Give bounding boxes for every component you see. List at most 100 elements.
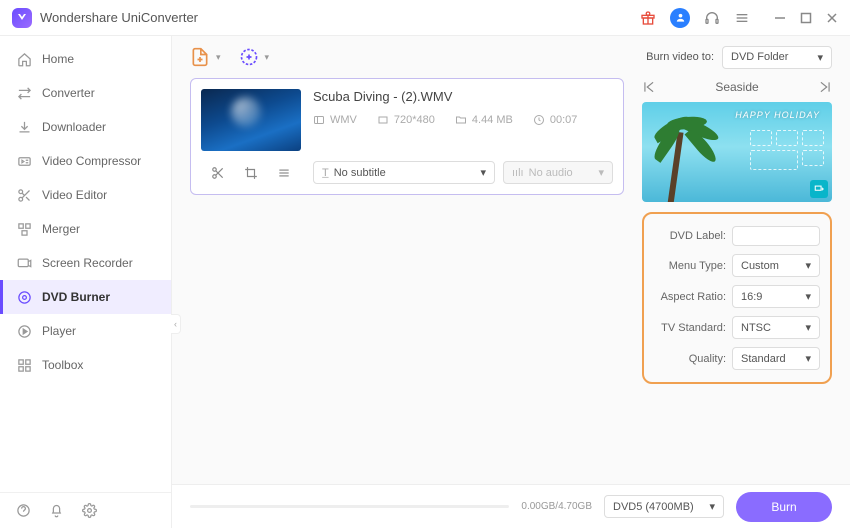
file-resolution: 720*480 [394,114,435,126]
sidebar-item-toolbox[interactable]: Toolbox [0,348,171,382]
gift-icon[interactable] [640,10,656,26]
sidebar-item-merger[interactable]: Merger [0,212,171,246]
settings-icon[interactable] [82,503,97,518]
chevron-down-icon: ▾ [709,500,715,513]
tv-standard-select[interactable]: NTSC ▾ [732,316,820,339]
subtitle-value: No subtitle [334,167,386,179]
grid-icon [16,357,32,373]
sidebar-item-compressor[interactable]: Video Compressor [0,144,171,178]
aspect-ratio-value: 16:9 [741,291,762,303]
file-duration: 00:07 [550,114,578,126]
nav-label: DVD Burner [42,290,110,304]
size-progress-bar [190,505,509,508]
dimensions-icon [377,114,389,126]
crop-icon[interactable] [244,166,258,180]
nav-label: Home [42,52,74,66]
more-icon[interactable] [277,166,291,180]
tv-standard-label: TV Standard: [654,322,726,334]
nav-label: Merger [42,222,80,236]
titlebar: Wondershare UniConverter [0,0,850,36]
sidebar-footer [0,492,171,528]
bell-icon[interactable] [49,503,64,518]
sidebar: Home Converter Downloader Video Compress… [0,36,172,528]
burn-to-select[interactable]: DVD Folder ▾ [722,46,832,69]
nav-label: Downloader [42,120,106,134]
video-thumbnail[interactable] [201,89,301,151]
sidebar-item-converter[interactable]: Converter [0,76,171,110]
nav-label: Player [42,324,76,338]
file-format: WMV [330,114,357,126]
disc-type-select[interactable]: DVD5 (4700MB) ▾ [604,495,724,518]
sidebar-item-recorder[interactable]: Screen Recorder [0,246,171,280]
template-name: Seaside [715,80,758,94]
help-icon[interactable] [16,503,31,518]
template-banner: HAPPY HOLIDAY [735,110,820,120]
minimize-icon[interactable] [774,12,786,24]
audio-value: No audio [529,167,573,179]
close-icon[interactable] [826,12,838,24]
dvd-label-input[interactable] [732,226,820,246]
menu-type-value: Custom [741,260,779,272]
nav-label: Video Editor [42,188,107,202]
maximize-icon[interactable] [800,12,812,24]
size-text: 0.00GB/4.70GB [521,501,592,512]
sidebar-item-player[interactable]: Player [0,314,171,348]
menu-type-label: Menu Type: [654,260,726,272]
sidebar-item-downloader[interactable]: Downloader [0,110,171,144]
chevron-down-icon: ▾ [805,290,811,303]
footer-bar: 0.00GB/4.70GB DVD5 (4700MB) ▾ Burn [172,484,850,528]
disc-type-value: DVD5 (4700MB) [613,501,694,513]
nav-label: Converter [42,86,95,100]
template-preview[interactable]: HAPPY HOLIDAY [642,102,832,202]
compressor-icon [16,153,32,169]
nav-label: Screen Recorder [42,256,133,270]
user-avatar[interactable] [670,8,690,28]
headset-icon[interactable] [704,10,720,26]
chevron-down-icon: ▾ [817,51,823,64]
chevron-down-icon: ▾ [805,321,811,334]
quality-label: Quality: [654,353,726,365]
play-icon [16,323,32,339]
burn-to-label: Burn video to: [646,51,714,63]
chevron-down-icon: ▾ [805,259,811,272]
sidebar-collapse-toggle[interactable]: ‹ [171,314,181,334]
tv-standard-value: NTSC [741,322,771,334]
clock-icon [533,114,545,126]
quality-select[interactable]: Standard▾ [732,347,820,370]
add-file-button[interactable] [190,47,221,67]
sidebar-item-home[interactable]: Home [0,42,171,76]
subtitle-select[interactable]: T̲ No subtitle ▾ [313,161,495,184]
dvd-label-label: DVD Label: [654,230,726,242]
merger-icon [16,221,32,237]
burn-button[interactable]: Burn [736,492,832,522]
download-icon [16,119,32,135]
aspect-ratio-select[interactable]: 16:9 ▾ [732,285,820,308]
chevron-down-icon: ▾ [480,166,486,179]
nav-label: Toolbox [42,358,83,372]
burn-to-value: DVD Folder [731,51,788,63]
home-icon [16,51,32,67]
trim-icon[interactable] [211,166,225,180]
sidebar-item-dvd-burner[interactable]: DVD Burner [0,280,171,314]
file-card[interactable]: Scuba Diving - (2).WMV WMV 720*480 4.44 … [190,78,624,195]
film-icon [313,114,325,126]
file-name: Scuba Diving - (2).WMV [313,89,613,104]
menu-icon[interactable] [734,10,750,26]
audio-icon: ıılı [512,167,524,179]
app-title: Wondershare UniConverter [40,10,198,25]
edit-template-icon[interactable] [810,180,828,198]
file-size: 4.44 MB [472,114,513,126]
menu-type-select[interactable]: Custom ▾ [732,254,820,277]
chevron-down-icon: ▾ [598,166,604,179]
prev-template-button[interactable] [642,80,656,94]
audio-select[interactable]: ıılı No audio ▾ [503,161,613,184]
add-url-button[interactable] [239,47,270,67]
sidebar-item-editor[interactable]: Video Editor [0,178,171,212]
app-logo [12,8,32,28]
subtitle-icon: T̲ [322,167,329,179]
disc-icon [16,289,32,305]
nav-list: Home Converter Downloader Video Compress… [0,36,171,492]
folder-icon [455,114,467,126]
converter-icon [16,85,32,101]
next-template-button[interactable] [818,80,832,94]
